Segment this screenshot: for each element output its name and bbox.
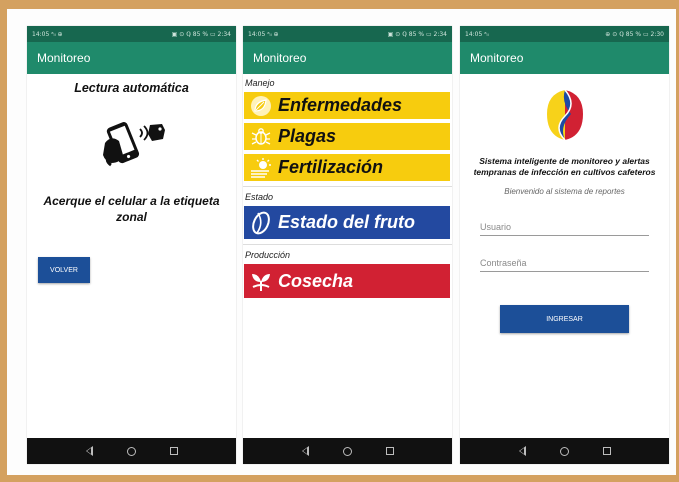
- status-bar: 14:05 ᵃᵢₗ ⊕ ▣ ⊙ ℚ 85 % ▭ 2:34: [243, 26, 452, 42]
- status-right: ⊕ ⊙ ℚ 85 % ▭ 2:30: [605, 30, 664, 38]
- status-right: ▣ ⊙ ℚ 85 % ▭ 2:34: [387, 30, 447, 38]
- bug-icon: [244, 123, 278, 150]
- app-title: Monitoreo: [37, 51, 91, 65]
- section-label-estado: Estado: [245, 192, 274, 202]
- menu-label: Estado del fruto: [278, 212, 416, 232]
- menu-label: Cosecha: [278, 270, 354, 291]
- menu-label: Enfermedades: [278, 95, 403, 115]
- nav-back-icon[interactable]: [301, 446, 309, 456]
- nav-recents-icon[interactable]: [169, 447, 178, 455]
- nav-recents-icon[interactable]: [385, 447, 394, 455]
- status-right: ▣ ⊙ ℚ 85 % ▭ 2:34: [171, 30, 231, 38]
- instruction-text: Acerque el celular a la etiqueta zonal: [43, 194, 220, 224]
- section-divider: [243, 186, 452, 187]
- welcome-text: Bienvenido al sistema de reportes: [504, 187, 625, 196]
- phone-screen-lectura: 14:05 ᵃᵢₗ ⊕ ▣ ⊙ ℚ 85 % ▭ 2:34 Monitoreo …: [27, 26, 236, 464]
- android-nav-bar: [243, 438, 452, 464]
- android-nav-bar: [27, 438, 236, 464]
- nav-back-icon[interactable]: [85, 446, 93, 456]
- leaf-icon: [244, 92, 278, 119]
- section-divider: [243, 244, 452, 245]
- nav-home-icon[interactable]: [559, 446, 569, 456]
- back-button[interactable]: VOLVER: [38, 257, 90, 283]
- status-left: 14:05 ᵃᵢₗ ⊕: [32, 30, 63, 38]
- app-title: Monitoreo: [253, 51, 307, 65]
- status-left: 14:05 ᵃᵢₗ ⊕: [248, 30, 279, 38]
- nav-recents-icon[interactable]: [602, 447, 611, 455]
- password-field[interactable]: Contraseña: [480, 258, 649, 272]
- coffee-bean-icon: [244, 206, 278, 239]
- sun-fertilizer-icon: [244, 154, 278, 181]
- app-description: Sistema inteligente de monitoreo y alert…: [473, 156, 656, 177]
- nfc-phone-icon: [95, 113, 169, 171]
- menu-item-enfermedades[interactable]: Enfermedades: [244, 92, 450, 119]
- status-bar: 14:05 ᵃᵢₗ ⊕ ⊙ ℚ 85 % ▭ 2:30: [460, 26, 669, 42]
- page-title: Lectura automática: [74, 81, 189, 95]
- menu-label: Plagas: [278, 126, 337, 146]
- section-label-produccion: Producción: [245, 250, 291, 260]
- username-field[interactable]: Usuario: [480, 222, 649, 236]
- menu-item-cosecha[interactable]: Cosecha: [244, 264, 450, 298]
- phone-screen-menu: 14:05 ᵃᵢₗ ⊕ ▣ ⊙ ℚ 85 % ▭ 2:34 Monitoreo …: [243, 26, 452, 464]
- colombia-coffee-logo: [544, 88, 586, 142]
- app-bar: Monitoreo: [460, 42, 669, 74]
- nav-back-icon[interactable]: [518, 446, 526, 456]
- nav-home-icon[interactable]: [126, 446, 136, 456]
- app-bar: Monitoreo: [27, 42, 236, 74]
- status-left: 14:05 ᵃᵢₗ: [465, 30, 489, 38]
- menu-label: Fertilización: [278, 157, 384, 177]
- nav-home-icon[interactable]: [342, 446, 352, 456]
- status-bar: 14:05 ᵃᵢₗ ⊕ ▣ ⊙ ℚ 85 % ▭ 2:34: [27, 26, 236, 42]
- app-bar: Monitoreo: [243, 42, 452, 74]
- app-title: Monitoreo: [470, 51, 524, 65]
- android-nav-bar: [460, 438, 669, 464]
- menu-item-plagas[interactable]: Plagas: [244, 123, 450, 150]
- phone-screen-login: 14:05 ᵃᵢₗ ⊕ ⊙ ℚ 85 % ▭ 2:30 Monitoreo Si…: [460, 26, 669, 464]
- login-button[interactable]: INGRESAR: [500, 305, 629, 333]
- password-placeholder: Contraseña: [480, 258, 527, 268]
- harvest-icon: [244, 264, 278, 298]
- section-label-manejo: Manejo: [245, 78, 275, 88]
- username-placeholder: Usuario: [480, 222, 512, 232]
- menu-item-estado-fruto[interactable]: Estado del fruto: [244, 206, 450, 239]
- menu-item-fertilizacion[interactable]: Fertilización: [244, 154, 450, 181]
